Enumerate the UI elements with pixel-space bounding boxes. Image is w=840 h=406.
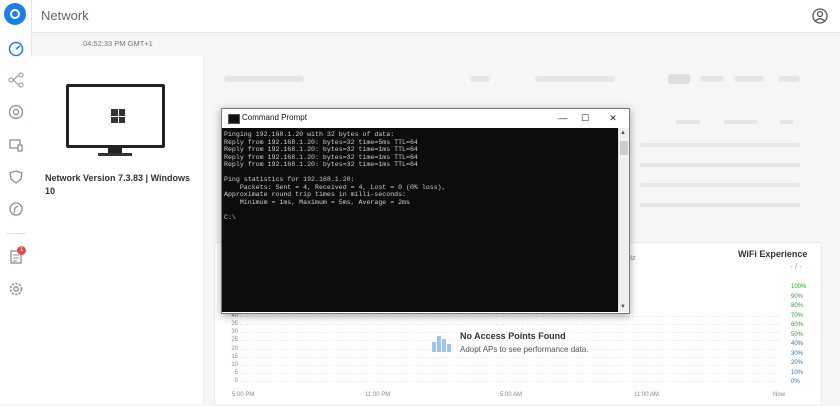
page-title: Network (41, 8, 89, 23)
maximize-button[interactable]: ☐ (574, 111, 596, 125)
clients-icon[interactable] (7, 137, 25, 155)
blurred-toggle (668, 74, 690, 84)
scroll-up-arrow-icon[interactable]: ▲ (620, 130, 626, 136)
shield-icon[interactable] (7, 169, 25, 187)
cmd-window-title: Command Prompt (242, 113, 307, 122)
user-avatar-icon[interactable] (812, 8, 828, 24)
y-axis-right-label: 50% (791, 331, 804, 338)
grid-line (240, 372, 780, 374)
terminal-icon (228, 114, 240, 124)
monitor-icon (66, 84, 165, 148)
grid-line (240, 324, 780, 326)
grid-line (240, 356, 780, 358)
blurred-text (778, 76, 800, 82)
grid-line (240, 364, 780, 366)
clock-text: 04:52:33 PM GMT+1 (83, 39, 153, 48)
empty-state-subtitle: Adopt APs to see performance data. (460, 345, 589, 354)
y-axis-right-label: 10% (791, 369, 804, 376)
y-axis-right-label: 80% (791, 303, 804, 309)
y-axis-right-label: 30% (791, 350, 804, 357)
scroll-down-arrow-icon[interactable]: ▼ (620, 304, 626, 310)
devices-icon[interactable] (7, 104, 25, 122)
wifi-experience-title: WiFi Experience (738, 249, 808, 259)
blurred-heading (224, 76, 304, 82)
blurred-row (640, 183, 800, 187)
cmd-title-bar[interactable]: Command Prompt — ☐ ✕ (222, 109, 629, 128)
grid-line (240, 316, 780, 317)
blurred-row (640, 163, 800, 167)
y-axis-label: 20 (231, 345, 238, 352)
y-axis-label: 30 (231, 329, 238, 336)
blurred-text (470, 76, 490, 82)
close-button[interactable]: ✕ (602, 111, 624, 125)
blurred-text (780, 120, 794, 124)
windows-icon (111, 109, 125, 123)
y-axis-right-label: 20% (791, 360, 804, 366)
blurred-row (640, 203, 800, 207)
y-axis-right-label: 70% (791, 312, 804, 319)
y-axis-right-label: 100% (791, 284, 807, 290)
blurred-heading (535, 76, 615, 82)
alerts-badge: 1 (17, 246, 26, 255)
topology-icon[interactable] (7, 72, 25, 90)
app-logo-icon[interactable] (4, 3, 26, 25)
y-axis-right-label: 60% (791, 322, 804, 328)
x-axis-label: 5:00 AM (500, 392, 523, 398)
top-bar: Network (32, 0, 840, 33)
blurred-text (724, 120, 758, 124)
monitor-base (98, 153, 132, 156)
cmd-output[interactable]: Pinging 192.168.1.20 with 32 bytes of da… (222, 128, 618, 312)
wifi-experience-value: - / - (790, 262, 802, 271)
blurred-text (676, 120, 700, 124)
y-axis-label: 0 (234, 378, 238, 384)
dashboard-icon[interactable] (7, 41, 25, 59)
y-axis-right-label: 90% (791, 293, 804, 300)
command-prompt-window[interactable]: Command Prompt — ☐ ✕ Pinging 192.168.1.2… (221, 108, 630, 314)
x-axis-label: 11:00 AM (634, 392, 659, 398)
blurred-row (640, 143, 800, 147)
y-axis-label: 25 (231, 337, 238, 344)
minimize-button[interactable]: — (552, 111, 574, 125)
cmd-scrollbar[interactable]: ▲ ▼ (618, 128, 629, 312)
scroll-thumb[interactable] (620, 141, 628, 155)
grid-line (240, 381, 780, 382)
sidebar-divider (6, 233, 26, 234)
blurred-text (734, 76, 764, 82)
gear-icon[interactable] (7, 281, 25, 299)
x-axis-label: 5:00 PM (232, 392, 255, 398)
device-version: Network Version 7.3.83 | Windows 10 (45, 173, 190, 196)
y-axis-label: 35 (231, 321, 238, 328)
y-axis-label: 5 (234, 369, 238, 376)
y-axis-label: 10 (231, 361, 238, 368)
blurred-text (700, 76, 724, 82)
y-axis-right-label: 0% (791, 379, 800, 385)
bar-chart-icon (432, 336, 451, 352)
sidebar: 1 (0, 0, 32, 404)
y-axis-right-label: 40% (791, 341, 804, 347)
insights-icon[interactable] (7, 201, 25, 219)
empty-state-title: No Access Points Found (460, 331, 566, 341)
y-axis-label: 15 (231, 353, 238, 360)
x-axis-label: 11:00 PM (365, 392, 391, 398)
x-axis-label: Now (773, 392, 786, 398)
